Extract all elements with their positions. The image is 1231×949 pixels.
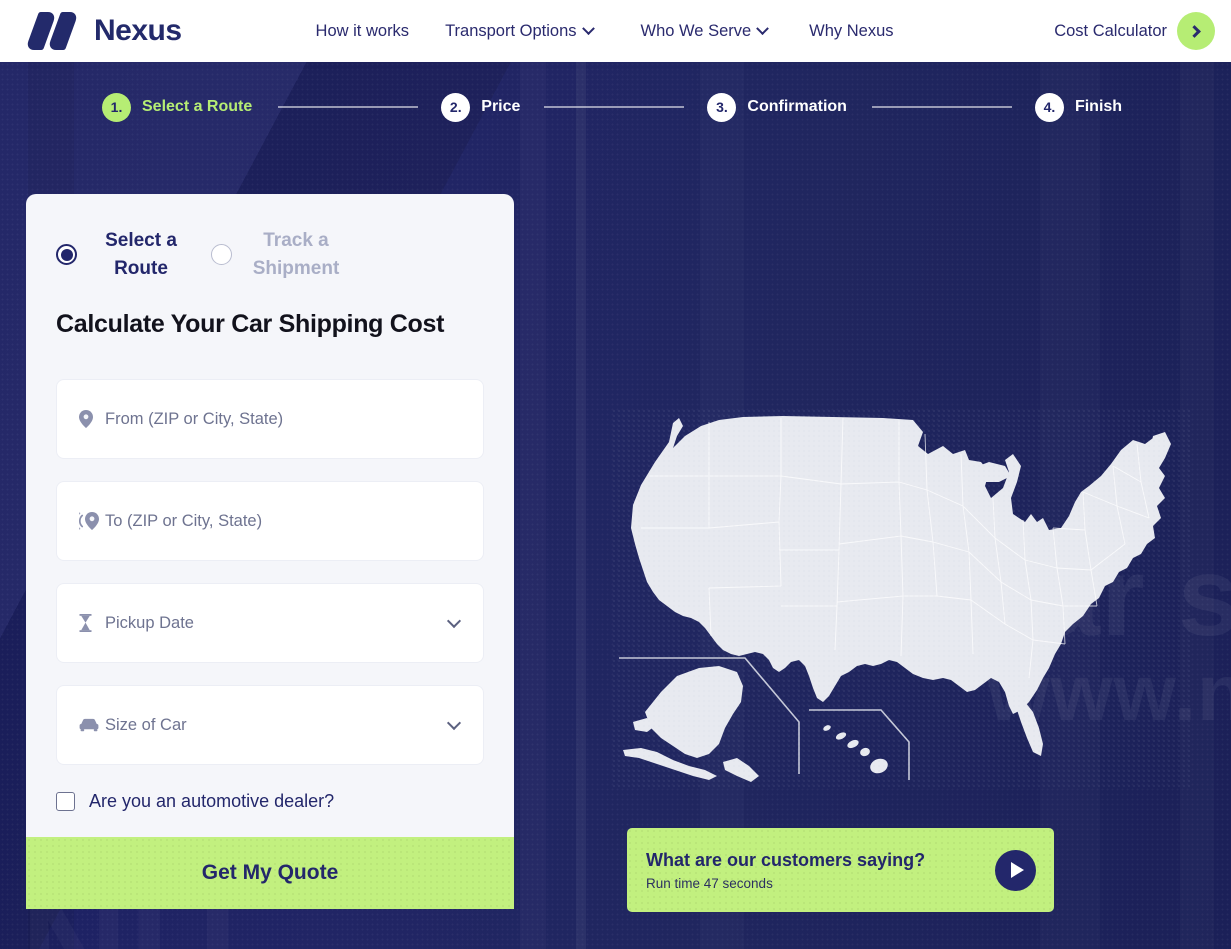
chevron-down-icon (756, 21, 770, 35)
testimonial-runtime: Run time 47 seconds (646, 875, 773, 891)
to-placeholder: To (ZIP or City, State) (105, 511, 263, 530)
step-connector (871, 106, 1012, 108)
mode-selector: Select a Route Track a Shipment (56, 227, 484, 282)
step-number: 3. (707, 92, 737, 122)
testimonial-title: What are our customers saying? (646, 849, 926, 870)
size-of-car-placeholder: Size of Car (105, 715, 187, 734)
step-connector (278, 106, 419, 108)
size-of-car-field[interactable]: Size of Car (56, 685, 484, 766)
from-field[interactable]: From (ZIP or City, State) (56, 379, 484, 460)
pickup-date-field[interactable]: Pickup Date (56, 583, 484, 664)
nexus-double-slash-logo-icon (25, 8, 86, 54)
from-placeholder: From (ZIP or City, State) (105, 409, 284, 428)
chevron-down-icon[interactable] (446, 716, 462, 731)
step-label: Finish (1074, 98, 1123, 115)
step-label: Confirmation (747, 98, 847, 115)
nav-label: Who We Serve (640, 21, 752, 40)
mode-option-select-a-route[interactable]: Select a Route (56, 227, 189, 282)
pickup-date-placeholder: Pickup Date (105, 613, 194, 632)
dealer-checkbox[interactable] (56, 792, 75, 812)
to-field[interactable]: To (ZIP or City, State) (56, 481, 484, 562)
page-root: Nexus How it works Transport Options Who… (0, 0, 1231, 949)
nav-label: How it works (315, 21, 410, 40)
play-icon[interactable] (995, 849, 1036, 891)
mode-label: Select a Route (105, 230, 177, 279)
step-number: 1. (102, 92, 131, 122)
get-my-quote-button[interactable]: Get My Quote (26, 837, 514, 909)
hourglass-icon (79, 614, 103, 633)
radio-icon[interactable] (211, 244, 232, 266)
step-number: 4. (1034, 92, 1064, 122)
chevron-right-icon[interactable] (1177, 12, 1215, 50)
main-nav: How it works Transport Options Who We Se… (266, 22, 1055, 41)
step-number: 2. (441, 92, 471, 122)
nav-item-how-it-works[interactable]: How it works (316, 22, 410, 41)
mode-label: Track a Shipment (252, 230, 340, 279)
dealer-checkbox-row[interactable]: Are you an automotive dealer? (56, 791, 484, 812)
nav-item-who-we-serve[interactable]: Who We Serve (640, 21, 770, 41)
chevron-down-icon[interactable] (446, 614, 462, 629)
quote-form-card: Select a Route Track a Shipment Calculat… (26, 194, 514, 909)
step-1-select-a-route[interactable]: 1. Select a Route (102, 92, 253, 122)
step-label: Select a Route (142, 98, 253, 115)
step-connector (544, 106, 685, 108)
step-2-price[interactable]: 2. Price (441, 92, 521, 122)
dealer-checkbox-label: Are you an automotive dealer? (89, 791, 335, 812)
cost-calculator-cta[interactable]: Cost Calculator (1054, 12, 1215, 50)
site-header: Nexus How it works Transport Options Who… (0, 0, 1231, 62)
logo[interactable]: Nexus (25, 8, 182, 54)
usa-map (613, 410, 1193, 790)
progress-stepper: 1. Select a Route 2. Price 3. Confirmati… (0, 62, 1231, 152)
nav-label: Transport Options (445, 21, 577, 40)
chevron-down-icon (581, 21, 595, 35)
logo-text: Nexus (94, 14, 182, 47)
cost-calculator-label[interactable]: Cost Calculator (1054, 22, 1167, 41)
quote-form-body: Select a Route Track a Shipment Calculat… (26, 194, 514, 837)
mode-option-track-a-shipment[interactable]: Track a Shipment (211, 227, 344, 282)
nav-item-why-nexus[interactable]: Why Nexus (809, 22, 893, 41)
nav-label: Why Nexus (809, 21, 894, 40)
car-icon (79, 718, 103, 732)
testimonial-video-card[interactable]: What are our customers saying? Run time … (627, 828, 1054, 912)
radio-icon[interactable] (56, 244, 77, 266)
step-3-confirmation[interactable]: 3. Confirmation (707, 92, 847, 122)
page-title: Calculate Your Car Shipping Cost (56, 310, 445, 339)
testimonial-text: What are our customers saying? Run time … (646, 850, 995, 891)
nav-item-transport-options[interactable]: Transport Options (445, 21, 595, 41)
map-pin-destination-icon (79, 512, 103, 531)
step-label: Price (481, 98, 521, 115)
step-4-finish[interactable]: 4. Finish (1034, 92, 1123, 122)
map-pin-icon (79, 410, 103, 429)
